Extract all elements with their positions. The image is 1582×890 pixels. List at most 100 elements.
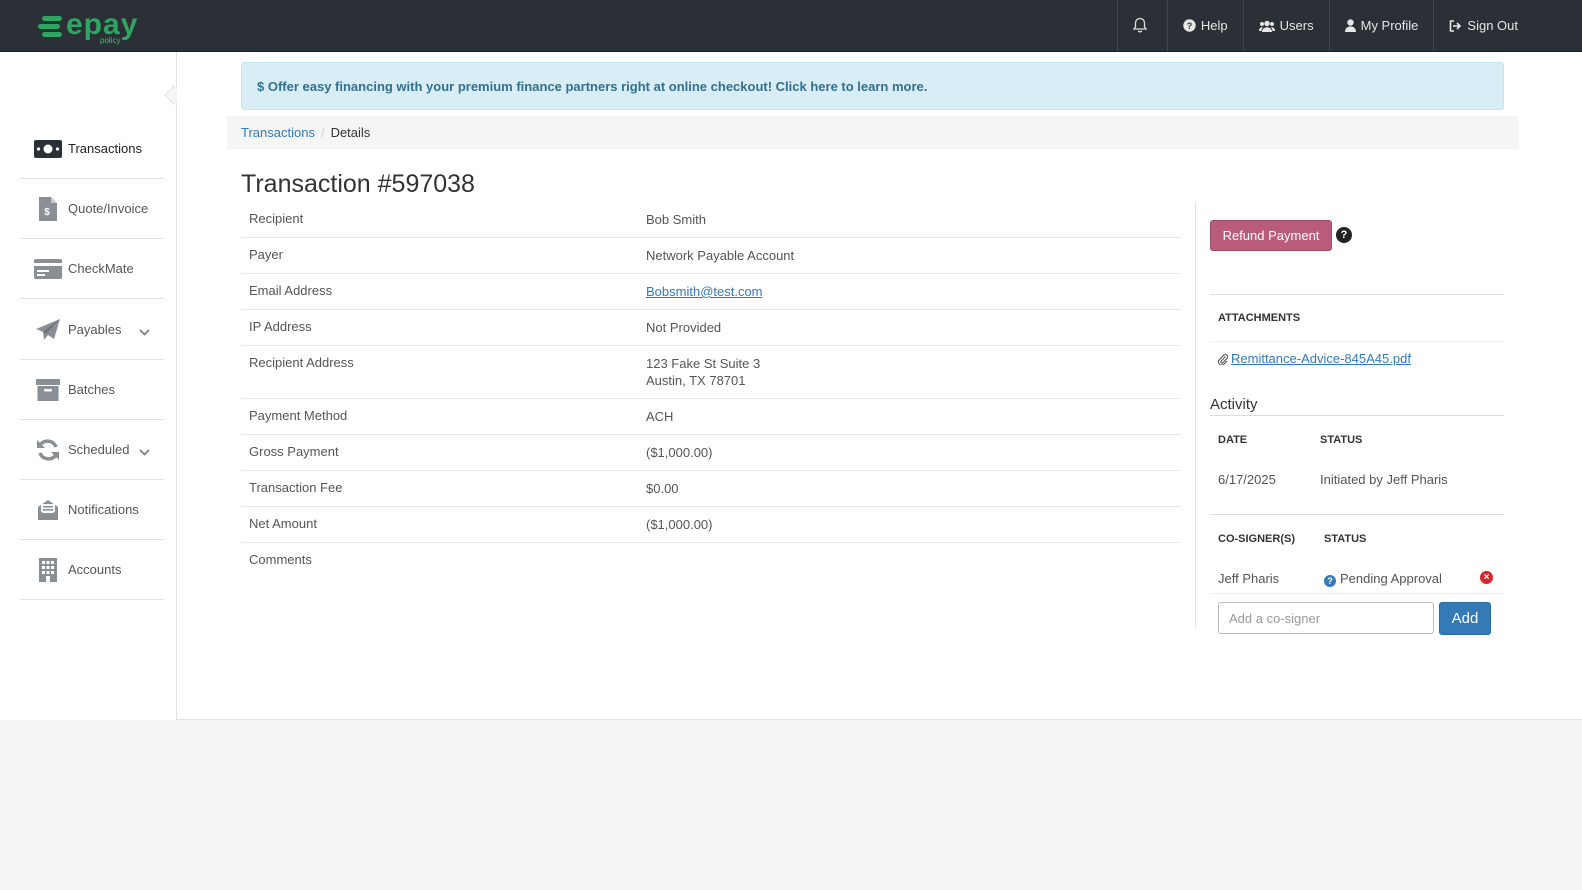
bell-icon — [1132, 17, 1148, 34]
divider — [1210, 341, 1504, 342]
sidebar-item-label: Accounts — [68, 562, 122, 577]
question-circle-icon: ? — [1324, 575, 1336, 587]
sidebar-item-quote-invoice[interactable]: $ Quote/Invoice — [20, 179, 164, 239]
divider — [1210, 593, 1504, 594]
detail-label: Comments — [249, 552, 312, 567]
divider — [1210, 294, 1504, 295]
sidebar-item-label: Notifications — [68, 502, 139, 517]
detail-value: Not Provided — [646, 320, 722, 335]
sidebar-item-payables[interactable]: Payables — [20, 300, 164, 360]
email-link[interactable]: Bobsmith@test.com — [646, 284, 763, 299]
activity-status-header: STATUS — [1320, 434, 1363, 446]
detail-row-net-amount: Net Amount ($1,000.00) — [241, 507, 1181, 543]
add-cosigner-button[interactable]: Add — [1439, 602, 1491, 635]
detail-row-email: Email Address Bobsmith@test.com — [241, 274, 1181, 310]
sidebar: Transactions $ Quote/Invoice CheckMate P… — [0, 52, 177, 720]
top-navbar: epay policy ? Help Users My Profile Sign… — [0, 0, 1582, 52]
money-icon — [34, 137, 62, 161]
detail-row-comments: Comments — [241, 543, 1181, 577]
attachments-heading: ATTACHMENTS — [1218, 312, 1301, 324]
sidebar-item-batches[interactable]: Batches — [20, 360, 164, 420]
users-label: Users — [1279, 18, 1314, 33]
detail-row-payer: Payer Network Payable Account — [241, 238, 1181, 274]
users-link[interactable]: Users — [1242, 0, 1329, 51]
svg-text:?: ? — [1187, 21, 1193, 31]
activity-status-cell: Initiated by Jeff Pharis — [1320, 472, 1448, 487]
chevron-down-icon[interactable] — [139, 324, 150, 339]
activity-date-header: DATE — [1218, 434, 1248, 446]
breadcrumb-transactions-link[interactable]: Transactions — [241, 125, 315, 140]
cosigner-status-text: Pending Approval — [1340, 571, 1442, 586]
cosigner-status-header: STATUS — [1324, 533, 1367, 545]
divider — [1210, 514, 1504, 515]
sidebar-item-notifications[interactable]: Notifications — [20, 480, 164, 540]
attachment-link[interactable]: Remittance-Advice-845A45.pdf — [1218, 351, 1411, 366]
detail-value: ($1,000.00) — [646, 517, 713, 532]
sign-out-label: Sign Out — [1467, 18, 1518, 33]
refund-payment-button[interactable]: Refund Payment — [1210, 220, 1332, 251]
detail-row-recipient-address: Recipient Address 123 Fake St Suite 3 Au… — [241, 346, 1181, 399]
remove-cosigner-icon[interactable]: × — [1480, 571, 1493, 584]
detail-value: $0.00 — [646, 481, 679, 496]
sidebar-item-scheduled[interactable]: Scheduled — [20, 420, 164, 480]
notifications-bell-button[interactable] — [1116, 0, 1167, 51]
sidebar-item-label: Batches — [68, 382, 115, 397]
detail-label: Recipient Address — [249, 355, 354, 370]
address-line-1: 123 Fake St Suite 3 — [646, 356, 761, 371]
invoice-icon: $ — [34, 196, 62, 221]
financing-banner[interactable]: $ Offer easy financing with your premium… — [241, 62, 1504, 110]
cosigner-name-header: CO-SIGNER(S) — [1218, 533, 1295, 545]
add-cosigner-input[interactable] — [1218, 602, 1434, 634]
help-link[interactable]: ? Help — [1166, 0, 1243, 51]
detail-label: Net Amount — [249, 516, 317, 531]
sidebar-item-transactions[interactable]: Transactions — [20, 119, 164, 179]
sidebar-item-label: Payables — [68, 322, 122, 337]
activity-title: Activity — [1210, 396, 1258, 413]
detail-value: Bobsmith@test.com — [646, 283, 763, 300]
detail-label: Payment Method — [249, 408, 348, 423]
sidebar-item-label: Quote/Invoice — [68, 201, 149, 216]
attachment-filename: Remittance-Advice-845A45.pdf — [1231, 351, 1411, 366]
breadcrumb-separator: / — [320, 125, 325, 140]
detail-row-transaction-fee: Transaction Fee $0.00 — [241, 471, 1181, 507]
user-icon — [1344, 19, 1356, 32]
main-content: $ Offer easy financing with your premium… — [177, 52, 1582, 720]
top-nav-menu: ? Help Users My Profile Sign Out — [1116, 0, 1582, 52]
detail-value: ($1,000.00) — [646, 445, 713, 460]
detail-value: ACH — [646, 409, 674, 424]
chevron-down-icon[interactable] — [139, 444, 150, 459]
detail-row-recipient: Recipient Bob Smith — [241, 202, 1181, 238]
address-line-2: Austin, TX 78701 — [646, 373, 746, 388]
sidebar-item-label: Scheduled — [68, 442, 130, 457]
sign-out-link[interactable]: Sign Out — [1433, 0, 1582, 51]
logo-subtext: policy — [100, 36, 121, 45]
detail-value: Bob Smith — [646, 212, 706, 227]
detail-label: Payer — [249, 247, 283, 262]
activity-date-cell: 6/17/2025 — [1218, 472, 1276, 487]
help-circle-icon: ? — [1183, 19, 1196, 32]
archive-icon — [34, 378, 62, 402]
my-profile-link[interactable]: My Profile — [1328, 0, 1434, 51]
help-label: Help — [1200, 18, 1228, 33]
svg-text:$: $ — [44, 207, 50, 218]
detail-label: Email Address — [249, 283, 333, 298]
building-icon — [34, 557, 62, 582]
paperclip-icon — [1218, 353, 1228, 365]
sidebar-item-accounts[interactable]: Accounts — [20, 540, 164, 600]
detail-row-payment-method: Payment Method ACH — [241, 399, 1181, 435]
cosigner-name-cell: Jeff Pharis — [1218, 571, 1280, 586]
detail-value: Network Payable Account — [646, 248, 795, 263]
breadcrumb-current: Details — [330, 125, 371, 140]
envelope-icon — [34, 498, 62, 522]
paper-plane-icon — [34, 318, 62, 342]
refresh-icon — [34, 438, 62, 462]
my-profile-label: My Profile — [1360, 18, 1419, 33]
sidebar-item-label: Transactions — [68, 141, 142, 156]
sign-out-icon — [1449, 19, 1462, 32]
divider — [1210, 415, 1504, 416]
epay-logo[interactable]: epay policy — [38, 10, 138, 45]
question-circle-icon[interactable]: ? — [1336, 227, 1352, 243]
users-icon — [1258, 20, 1275, 32]
sidebar-item-checkmate[interactable]: CheckMate — [20, 239, 164, 299]
detail-label: Recipient — [249, 211, 304, 226]
